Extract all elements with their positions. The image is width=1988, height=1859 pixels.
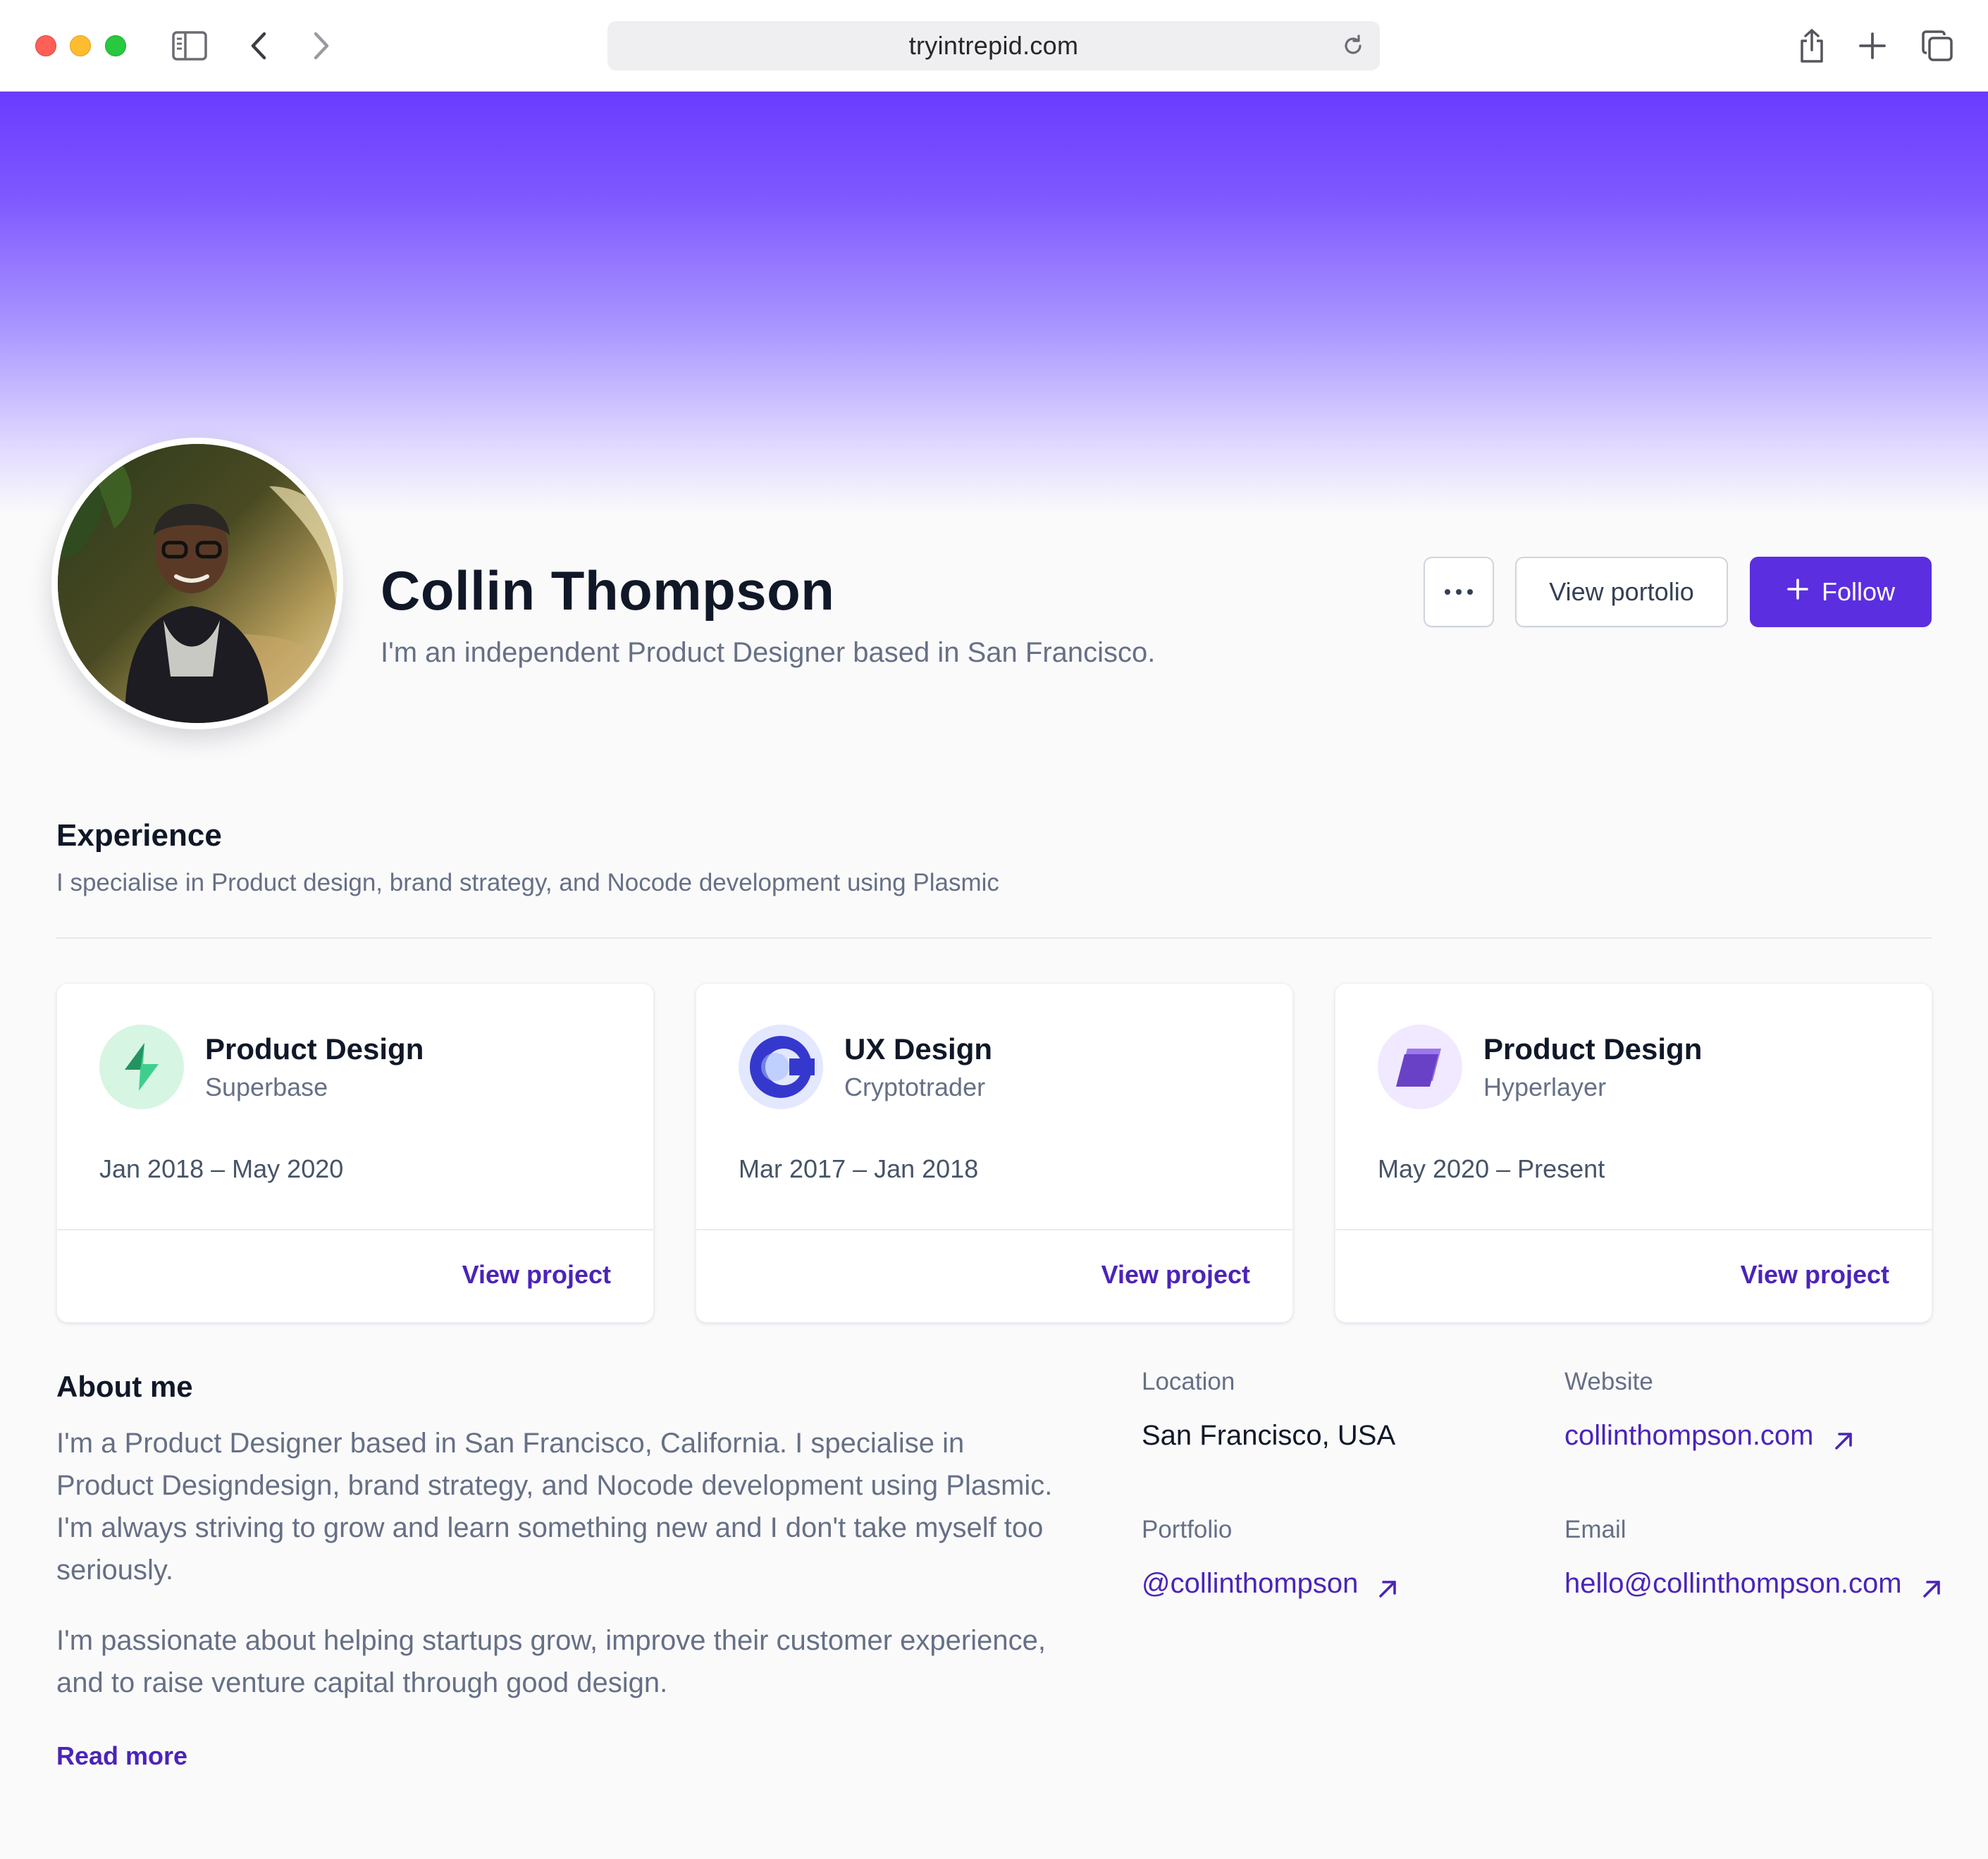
zoom-window-button[interactable] bbox=[105, 35, 126, 56]
follow-label: Follow bbox=[1821, 577, 1896, 606]
more-options-button[interactable] bbox=[1424, 557, 1494, 627]
experience-subtitle: I specialise in Product design, brand st… bbox=[56, 869, 999, 896]
website-value: collinthompson.com bbox=[1564, 1420, 1814, 1451]
email-value: hello@collinthompson.com bbox=[1564, 1568, 1902, 1599]
card-company: Superbase bbox=[205, 1073, 328, 1101]
arrow-up-right-icon bbox=[1376, 1572, 1399, 1598]
follow-button[interactable]: Follow bbox=[1750, 557, 1932, 627]
avatar-photo-illustration bbox=[58, 444, 337, 723]
card-company: Cryptotrader bbox=[844, 1073, 986, 1101]
portfolio-value: @collinthompson bbox=[1142, 1568, 1359, 1599]
experience-card: UX Design Cryptotrader Mar 2017 – Jan 20… bbox=[696, 983, 1293, 1323]
view-project-link[interactable]: View project bbox=[462, 1259, 611, 1291]
view-project-link[interactable]: View project bbox=[1101, 1259, 1250, 1291]
avatar bbox=[58, 444, 337, 723]
location-label: Location bbox=[1142, 1368, 1235, 1395]
avatar-frame bbox=[51, 438, 343, 729]
profile-name: Collin Thompson bbox=[381, 560, 835, 622]
layers-icon bbox=[1378, 1025, 1462, 1109]
card-dates: Jan 2018 – May 2020 bbox=[99, 1154, 344, 1183]
minimize-window-button[interactable] bbox=[70, 35, 91, 56]
card-dates: May 2020 – Present bbox=[1378, 1154, 1605, 1183]
forward-icon[interactable] bbox=[299, 24, 342, 68]
url-text: tryintrepid.com bbox=[908, 31, 1079, 60]
about-heading: About me bbox=[56, 1370, 193, 1403]
portfolio-link[interactable]: @collinthompson bbox=[1142, 1564, 1399, 1602]
cover-banner bbox=[0, 92, 1988, 514]
experience-card: Product Design Superbase Jan 2018 – May … bbox=[56, 983, 654, 1323]
location-value: San Francisco, USA bbox=[1142, 1420, 1396, 1451]
card-role: UX Design bbox=[844, 1032, 993, 1066]
experience-card: Product Design Hyperlayer May 2020 – Pre… bbox=[1335, 983, 1932, 1323]
card-dates: Mar 2017 – Jan 2018 bbox=[739, 1154, 979, 1183]
read-more-link[interactable]: Read more bbox=[56, 1739, 187, 1773]
card-company: Hyperlayer bbox=[1483, 1073, 1607, 1101]
experience-heading: Experience bbox=[56, 818, 222, 853]
card-divider bbox=[57, 1229, 653, 1230]
website-label: Website bbox=[1564, 1368, 1653, 1395]
email-label: Email bbox=[1564, 1516, 1626, 1543]
about-paragraph-2: I'm passionate about helping startups gr… bbox=[56, 1625, 1046, 1698]
plus-icon bbox=[1786, 577, 1809, 607]
view-portfolio-button[interactable]: View portolio bbox=[1515, 557, 1728, 627]
more-horizontal-icon bbox=[1445, 589, 1473, 595]
card-divider bbox=[696, 1229, 1292, 1230]
website-link[interactable]: collinthompson.com bbox=[1564, 1416, 1855, 1455]
arrow-up-right-icon bbox=[1832, 1424, 1855, 1450]
browser-toolbar: tryintrepid.com bbox=[0, 0, 1988, 92]
supabase-bolt-icon bbox=[99, 1025, 184, 1109]
arrow-up-right-icon bbox=[1920, 1572, 1943, 1598]
about-paragraph-1: I'm a Product Designer based in San Fran… bbox=[56, 1428, 1053, 1586]
profile-tagline: I'm an independent Product Designer base… bbox=[381, 637, 1156, 668]
share-icon[interactable] bbox=[1790, 24, 1834, 68]
tab-overview-icon[interactable] bbox=[1915, 24, 1959, 68]
email-link[interactable]: hello@collinthompson.com bbox=[1564, 1564, 1943, 1602]
card-role: Product Design bbox=[205, 1032, 424, 1066]
c-ring-icon bbox=[739, 1025, 823, 1109]
card-divider bbox=[1335, 1229, 1932, 1230]
close-window-button[interactable] bbox=[35, 35, 56, 56]
address-bar[interactable]: tryintrepid.com bbox=[607, 21, 1380, 70]
view-portfolio-label: View portolio bbox=[1549, 577, 1694, 606]
reload-icon[interactable] bbox=[1340, 33, 1366, 58]
portfolio-label: Portfolio bbox=[1142, 1516, 1233, 1543]
section-divider bbox=[56, 937, 1932, 939]
sidebar-toggle-icon[interactable] bbox=[168, 24, 211, 68]
new-tab-icon[interactable] bbox=[1851, 24, 1894, 68]
back-icon[interactable] bbox=[237, 24, 281, 68]
card-role: Product Design bbox=[1483, 1032, 1703, 1066]
view-project-link[interactable]: View project bbox=[1741, 1259, 1889, 1291]
